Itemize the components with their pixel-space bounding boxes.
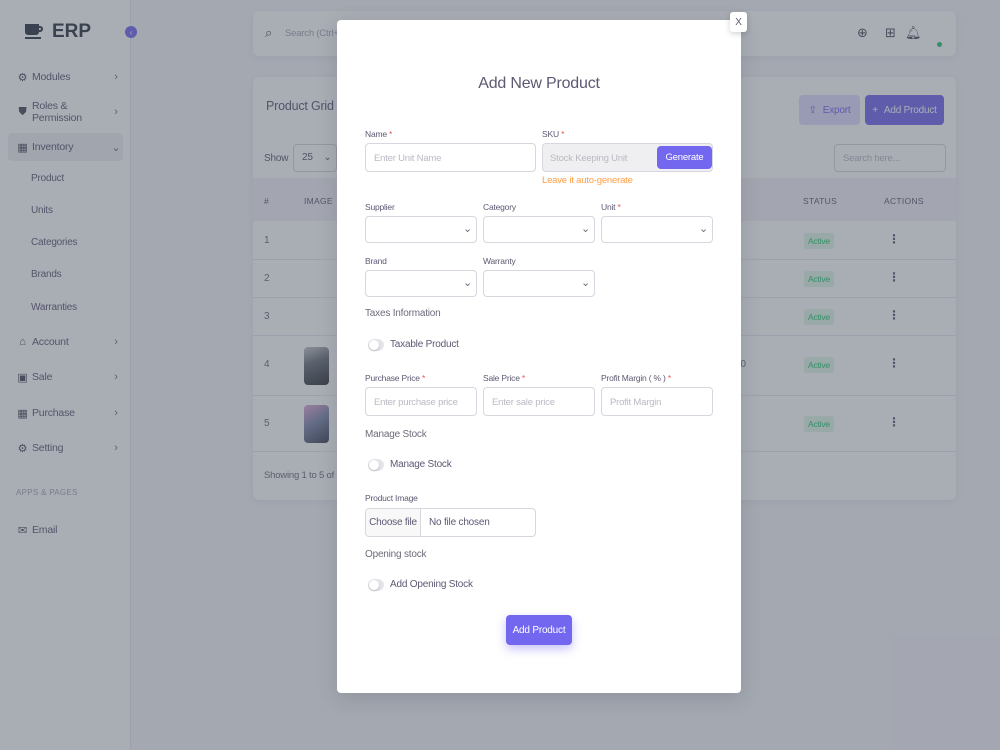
taxable-label: Taxable Product bbox=[390, 339, 459, 350]
sku-label: SKU * bbox=[542, 129, 565, 139]
manage-stock-heading: Manage Stock bbox=[365, 429, 427, 440]
product-image-label: Product Image bbox=[365, 493, 418, 503]
modal-title: Add New Product bbox=[478, 75, 600, 92]
purchase-price-label: Purchase Price * bbox=[365, 373, 426, 383]
taxes-heading: Taxes Information bbox=[365, 308, 441, 319]
purchase-price-input[interactable]: Enter purchase price bbox=[365, 387, 477, 416]
file-name-text: No file chosen bbox=[429, 517, 490, 528]
unit-label: Unit * bbox=[601, 202, 621, 212]
close-icon: X bbox=[735, 16, 742, 28]
opening-stock-label: Add Opening Stock bbox=[390, 579, 473, 590]
generate-sku-button[interactable]: Generate bbox=[657, 146, 712, 169]
name-input[interactable]: Enter Unit Name bbox=[365, 143, 536, 172]
sku-hint: Leave it auto-generate bbox=[542, 175, 633, 186]
supplier-select[interactable]: ⌄ bbox=[365, 216, 477, 243]
add-product-modal: X Add New Product Name * Enter Unit Name… bbox=[337, 12, 747, 693]
name-label: Name * bbox=[365, 129, 393, 139]
category-select[interactable]: ⌄ bbox=[483, 216, 595, 243]
chevron-down-icon: ⌄ bbox=[580, 223, 590, 235]
product-image-file-input[interactable]: Choose file No file chosen bbox=[365, 508, 536, 537]
profit-margin-label: Profit Margin ( % ) * bbox=[601, 373, 671, 383]
chevron-down-icon: ⌄ bbox=[580, 277, 590, 289]
sale-price-input[interactable]: Enter sale price bbox=[483, 387, 595, 416]
sku-input[interactable]: Stock Keeping Unit bbox=[550, 153, 627, 164]
chevron-down-icon: ⌄ bbox=[462, 223, 472, 235]
chevron-down-icon: ⌄ bbox=[462, 277, 472, 289]
warranty-label: Warranty bbox=[483, 256, 516, 266]
opening-stock-heading: Opening stock bbox=[365, 549, 427, 560]
category-label: Category bbox=[483, 202, 516, 212]
taxable-toggle[interactable] bbox=[368, 339, 384, 351]
chevron-down-icon: ⌄ bbox=[698, 223, 708, 235]
manage-stock-label: Manage Stock bbox=[390, 459, 452, 470]
close-button[interactable]: X bbox=[730, 12, 747, 32]
profit-margin-input[interactable]: Profit Margin bbox=[601, 387, 713, 416]
sale-price-label: Sale Price * bbox=[483, 373, 526, 383]
unit-select[interactable]: ⌄ bbox=[601, 216, 713, 243]
brand-label: Brand bbox=[365, 256, 387, 266]
manage-stock-toggle[interactable] bbox=[368, 459, 384, 471]
opening-stock-toggle[interactable] bbox=[368, 579, 384, 591]
warranty-select[interactable]: ⌄ bbox=[483, 270, 595, 297]
submit-add-product-button[interactable]: Add Product bbox=[506, 615, 572, 645]
brand-select[interactable]: ⌄ bbox=[365, 270, 477, 297]
supplier-label: Supplier bbox=[365, 202, 395, 212]
sku-input-group: Stock Keeping Unit Generate bbox=[542, 143, 713, 172]
choose-file-button[interactable]: Choose file bbox=[366, 509, 421, 536]
